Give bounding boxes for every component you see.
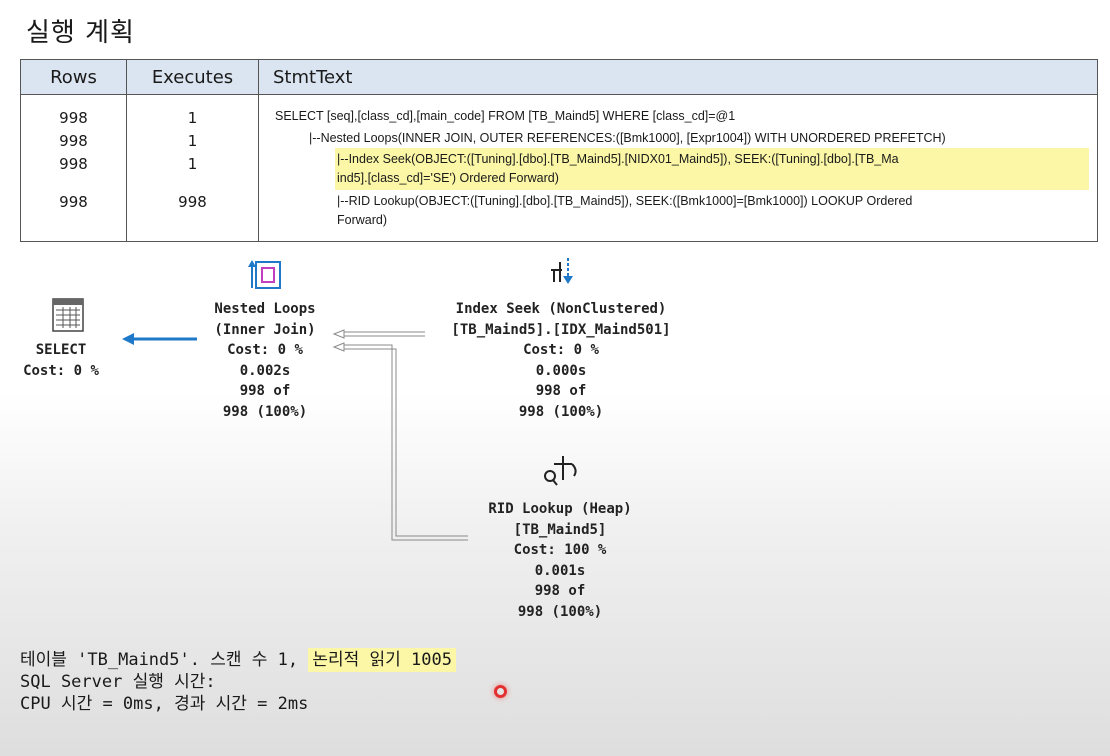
select-table-icon (52, 298, 84, 332)
nested-loops-cost: Cost: 0 % (227, 342, 303, 358)
cursor-indicator (494, 685, 507, 698)
select-cost: Cost: 0 % (23, 362, 99, 379)
index-seek-node[interactable]: Index Seek (NonClustered) [TB_Maind5].[I… (420, 299, 702, 422)
nested-loops-time: 0.002s (239, 362, 291, 379)
rid-lookup-rows: 998 of (534, 583, 586, 599)
index-seek-cost: Cost: 0 % (523, 342, 599, 358)
index-seek-rows: 998 of (535, 383, 587, 399)
index-seek-pct: 998 (100%) (518, 403, 604, 420)
message-line-3: CPU 시간 = 0ms, 경과 시간 = 2ms (20, 694, 309, 714)
nested-loops-rows: 998 of (239, 383, 291, 399)
rid-lookup-pct: 998 (100%) (517, 603, 603, 620)
seek-connector (340, 331, 425, 337)
index-seek-time: 0.000s (535, 362, 587, 379)
nested-loops-join: (Inner Join) (214, 321, 316, 338)
nested-loops-label: Nested Loops (214, 301, 316, 317)
rid-lookup-cost: Cost: 100 % (513, 542, 607, 558)
rid-lookup-label: RID Lookup (Heap) (488, 501, 632, 517)
index-seek-object: [TB_Maind5].[IDX_Maind501] (451, 321, 671, 338)
message-logical-reads: 논리적 읽기 1005 (308, 648, 456, 672)
nested-loops-icon (248, 260, 281, 289)
index-seek-icon (551, 258, 573, 284)
select-label: SELECT (35, 342, 87, 358)
index-seek-label: Index Seek (NonClustered) (455, 301, 667, 317)
rid-lookup-object: [TB_Maind5] (513, 521, 607, 538)
nested-loops-node[interactable]: Nested Loops (Inner Join) Cost: 0 % 0.00… (180, 299, 350, 422)
rid-lookup-icon (544, 456, 577, 486)
rid-lookup-node[interactable]: RID Lookup (Heap) [TB_Maind5] Cost: 100 … (460, 499, 660, 622)
select-node[interactable]: SELECT Cost: 0 % (16, 340, 106, 381)
nested-loops-pct: 998 (100%) (222, 403, 308, 420)
rid-lookup-time: 0.001s (534, 562, 586, 579)
flow-arrow-head (122, 333, 134, 345)
